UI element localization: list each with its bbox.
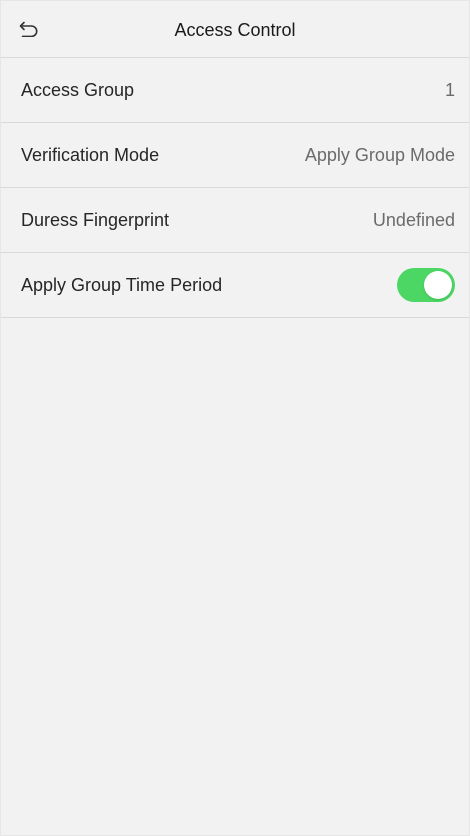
settings-list: Access Group 1 Verification Mode Apply G… xyxy=(1,58,469,318)
apply-group-time-period-toggle[interactable] xyxy=(397,268,455,302)
setting-value-access-group: 1 xyxy=(444,79,455,100)
setting-label-apply-group-time-period: Apply Group Time Period xyxy=(21,274,223,295)
access-control-screen: Access Control Access Group 1 Verificati… xyxy=(0,0,470,836)
setting-label-duress-fingerprint: Duress Fingerprint xyxy=(21,209,170,230)
setting-value-verification-mode: Apply Group Mode xyxy=(304,144,455,165)
setting-row-apply-group-time-period: Apply Group Time Period xyxy=(1,253,469,318)
back-button[interactable] xyxy=(9,11,49,47)
header-bar: Access Control xyxy=(1,1,469,58)
setting-label-access-group: Access Group xyxy=(21,79,135,100)
setting-value-duress-fingerprint: Undefined xyxy=(372,209,455,230)
setting-row-duress-fingerprint[interactable]: Duress Fingerprint Undefined xyxy=(1,188,469,253)
setting-label-verification-mode: Verification Mode xyxy=(21,144,160,165)
toggle-knob xyxy=(424,271,452,299)
back-arrow-icon xyxy=(19,21,39,37)
setting-row-verification-mode[interactable]: Verification Mode Apply Group Mode xyxy=(1,123,469,188)
page-title: Access Control xyxy=(174,20,296,40)
setting-row-access-group[interactable]: Access Group 1 xyxy=(1,58,469,123)
